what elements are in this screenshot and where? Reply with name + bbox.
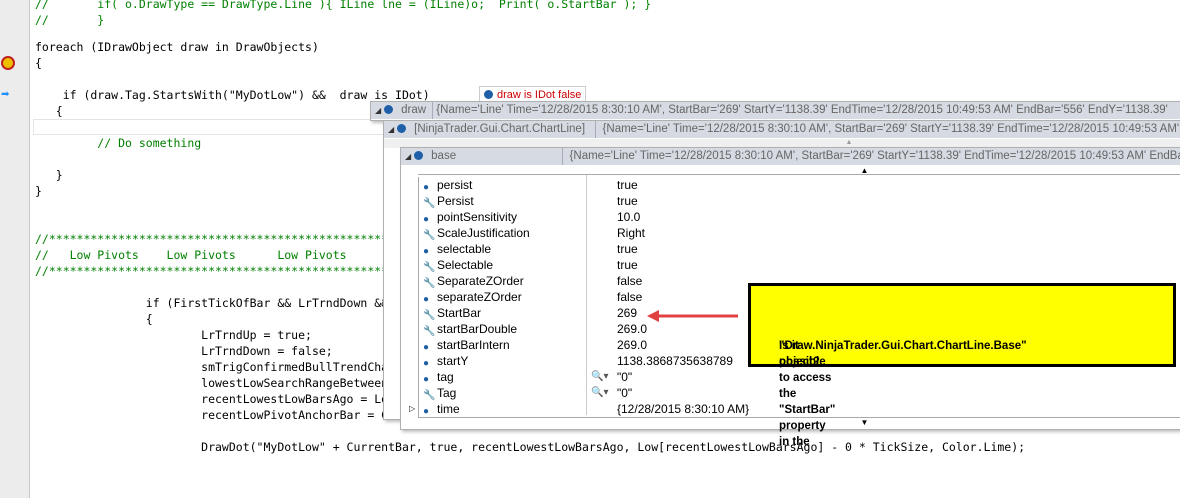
datatip-row[interactable]: ● pointSensitivity 10.0 — [419, 209, 1180, 225]
code-line: DrawDot("MyDotLow" + CurrentBar, true, r… — [35, 440, 1026, 454]
datatip-value: {Name='Line' Time='12/28/2015 8:30:10 AM… — [436, 104, 1168, 116]
datatip-row[interactable]: ● persist true — [419, 177, 1180, 193]
row-name: selectable — [437, 242, 492, 256]
datatip-draw: ◢ draw {Name='Line' Time='12/28/2015 8:30… — [370, 101, 1180, 121]
datatip-name: [NinjaTrader.Gui.Chart.ChartLine] — [410, 121, 597, 138]
datatip-row[interactable]: 🔧 ScaleJustification Right — [419, 225, 1180, 241]
note-line-2: "Draw.NinjaTrader.Gui.Chart.ChartLine.Ba… — [779, 340, 1027, 368]
code-line: // if( o.DrawType == DrawType.Line ){ IL… — [35, 0, 652, 11]
row-value[interactable]: true — [617, 177, 638, 193]
datatip-row[interactable]: 🔧 Persist true — [419, 193, 1180, 209]
scroll-up-button[interactable]: ▲ — [418, 166, 1180, 175]
instruction-pointer-icon: ➡ — [1, 89, 10, 100]
row-name: time — [437, 402, 460, 416]
row-value[interactable]: "0" — [617, 369, 632, 385]
datatip-row[interactable]: 🔧 Selectable true — [419, 257, 1180, 273]
datatip-base-header[interactable]: ◢ base {Name='Line' Time='12/28/2015 8:30… — [401, 148, 1180, 165]
row-name: Selectable — [437, 258, 494, 272]
datatip-draw-header[interactable]: ◢ draw {Name='Line' Time='12/28/2015 8:30… — [371, 102, 1180, 119]
tooltip-expression: draw is IDot — [497, 89, 556, 101]
code-line: // Low Pivots Low Pivots Low Pivots L — [35, 248, 396, 262]
current-line-highlight — [33, 119, 395, 135]
code-line: { — [35, 56, 42, 70]
row-value[interactable]: 269.0 — [617, 337, 647, 353]
row-name: persist — [437, 178, 473, 192]
row-value[interactable]: true — [617, 257, 638, 273]
magnifier-icon[interactable]: 🔍▾ — [591, 369, 608, 385]
row-name: Tag — [437, 386, 457, 400]
magnifier-icon[interactable]: 🔍▾ — [591, 385, 608, 401]
tooltip-value: false — [558, 89, 582, 101]
row-value[interactable]: 10.0 — [617, 209, 640, 225]
code-line: recentLowestLowBarsAgo = Low — [35, 392, 396, 406]
code-line: LrTrndUp = true; — [35, 328, 312, 342]
expand-arrow-icon[interactable]: ▷ — [409, 401, 415, 417]
code-line: lowestLowSearchRangeBetweenP — [35, 376, 396, 390]
object-icon — [484, 90, 493, 99]
code-line: // } — [35, 13, 105, 27]
red-arrow-annotation — [647, 310, 738, 322]
object-icon — [414, 151, 424, 160]
datatip-value: {Name='Line' Time='12/28/2015 8:30:10 AM… — [602, 123, 1180, 135]
code-line: if (FirstTickOfBar && LrTrndDown && — [35, 296, 389, 310]
code-line: { — [35, 312, 153, 326]
datatip-name: draw — [397, 102, 434, 119]
row-name: StartBar — [437, 306, 482, 320]
row-value[interactable]: false — [617, 273, 642, 289]
row-name: startY — [437, 354, 469, 368]
object-icon — [397, 124, 407, 133]
code-line: { — [35, 104, 63, 118]
row-name: tag — [437, 370, 454, 384]
row-value[interactable]: {12/28/2015 8:30:10 AM} — [617, 401, 749, 417]
editor-gutter — [0, 0, 30, 498]
code-line: } — [35, 168, 63, 182]
row-name: SeparateZOrder — [437, 274, 524, 288]
row-value[interactable]: 269.0 — [617, 321, 647, 337]
code-line: // Do something — [35, 136, 202, 150]
object-icon — [384, 105, 394, 114]
code-line: foreach (IDrawObject draw in DrawObjects… — [35, 40, 319, 54]
code-line: smTrigConfirmedBullTrendChan — [35, 360, 396, 374]
row-value[interactable]: true — [617, 241, 638, 257]
row-value[interactable]: true — [617, 193, 638, 209]
row-value[interactable]: Right — [617, 225, 645, 241]
row-name: Persist — [437, 194, 474, 208]
code-line: LrTrndDown = false; — [35, 344, 333, 358]
row-name: separateZOrder — [437, 290, 522, 304]
datatip-chartline-header[interactable]: ◢ [NinjaTrader.Gui.Chart.ChartLine] {Name… — [384, 121, 1180, 138]
row-name: startBarDouble — [437, 322, 518, 336]
row-name: pointSensitivity — [437, 210, 518, 224]
row-value[interactable]: 269 — [617, 305, 637, 321]
datatip-row[interactable]: ● selectable true — [419, 241, 1180, 257]
datatip-name: base — [427, 148, 564, 165]
breakpoint-icon[interactable] — [1, 56, 15, 70]
row-value[interactable]: false — [617, 289, 642, 305]
row-name: ScaleJustification — [437, 226, 530, 240]
row-value[interactable]: "0" — [617, 385, 632, 401]
annotation-note-box: Is it possible to access the "StartBar" … — [748, 283, 1176, 448]
row-name: startBarIntern — [437, 338, 510, 352]
code-line: } — [35, 184, 42, 198]
datatip-value: {Name='Line' Time='12/28/2015 8:30:10 AM… — [569, 150, 1180, 162]
row-value[interactable]: 1138.3868735638789 — [617, 353, 733, 369]
code-line: recentLowPivotAnchorBar = Curre — [35, 408, 416, 422]
